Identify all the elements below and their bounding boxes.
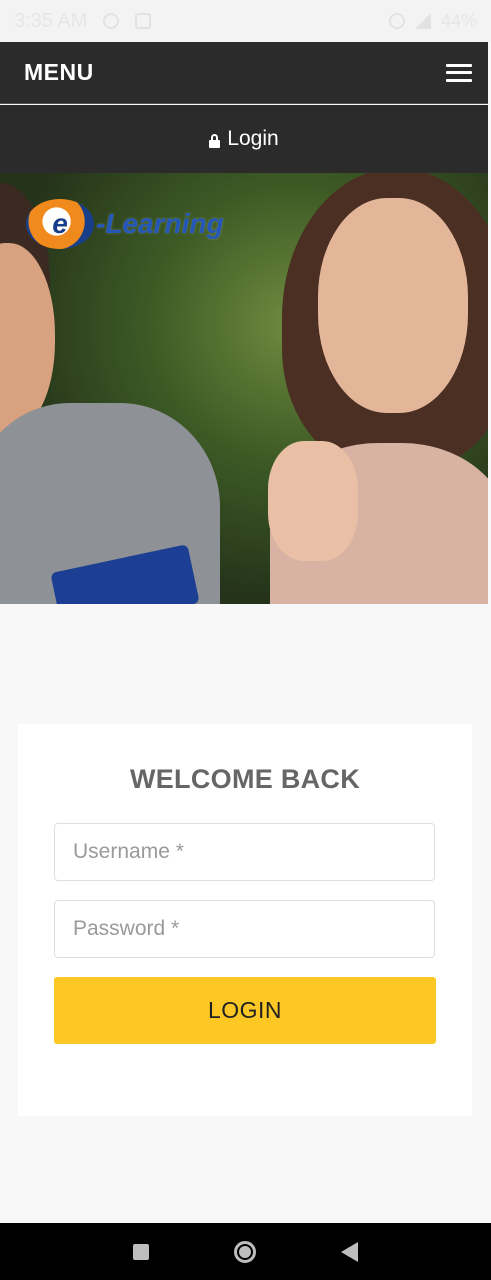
status-bar: 3:35 AM 44% <box>0 0 491 42</box>
lock-icon <box>209 134 221 148</box>
app-notification-icon <box>135 13 152 29</box>
alarm-icon <box>388 13 405 29</box>
home-circle-icon[interactable] <box>233 1240 256 1263</box>
menu-title: MENU <box>24 59 94 85</box>
password-input[interactable] <box>54 900 435 958</box>
signal-icon <box>414 13 431 29</box>
status-time: 3:35 AM <box>14 9 88 32</box>
login-nav-link[interactable]: Login <box>0 105 488 173</box>
hamburger-menu-icon[interactable] <box>446 63 472 82</box>
back-triangle-icon[interactable] <box>341 1241 359 1262</box>
login-nav-label: Login <box>227 127 279 150</box>
logo-text: -Learning <box>96 208 224 239</box>
hero-person-right-hand <box>268 441 358 561</box>
hero-person-right-face <box>318 198 468 413</box>
login-button[interactable]: LOGIN <box>54 977 436 1044</box>
notification-icon <box>103 13 120 29</box>
login-card: WELCOME BACK LOGIN <box>18 724 472 1116</box>
square-icon[interactable] <box>132 1243 149 1260</box>
battery-level: 44% <box>440 10 477 31</box>
hero-image: e -Learning <box>0 173 488 604</box>
top-menu-bar: MENU <box>0 42 488 104</box>
elearning-logo: e -Learning <box>26 199 224 249</box>
welcome-title: WELCOME BACK <box>129 764 361 794</box>
username-input[interactable] <box>54 823 435 881</box>
logo-e-mark: e <box>26 199 94 249</box>
system-nav-bar <box>0 1223 491 1280</box>
